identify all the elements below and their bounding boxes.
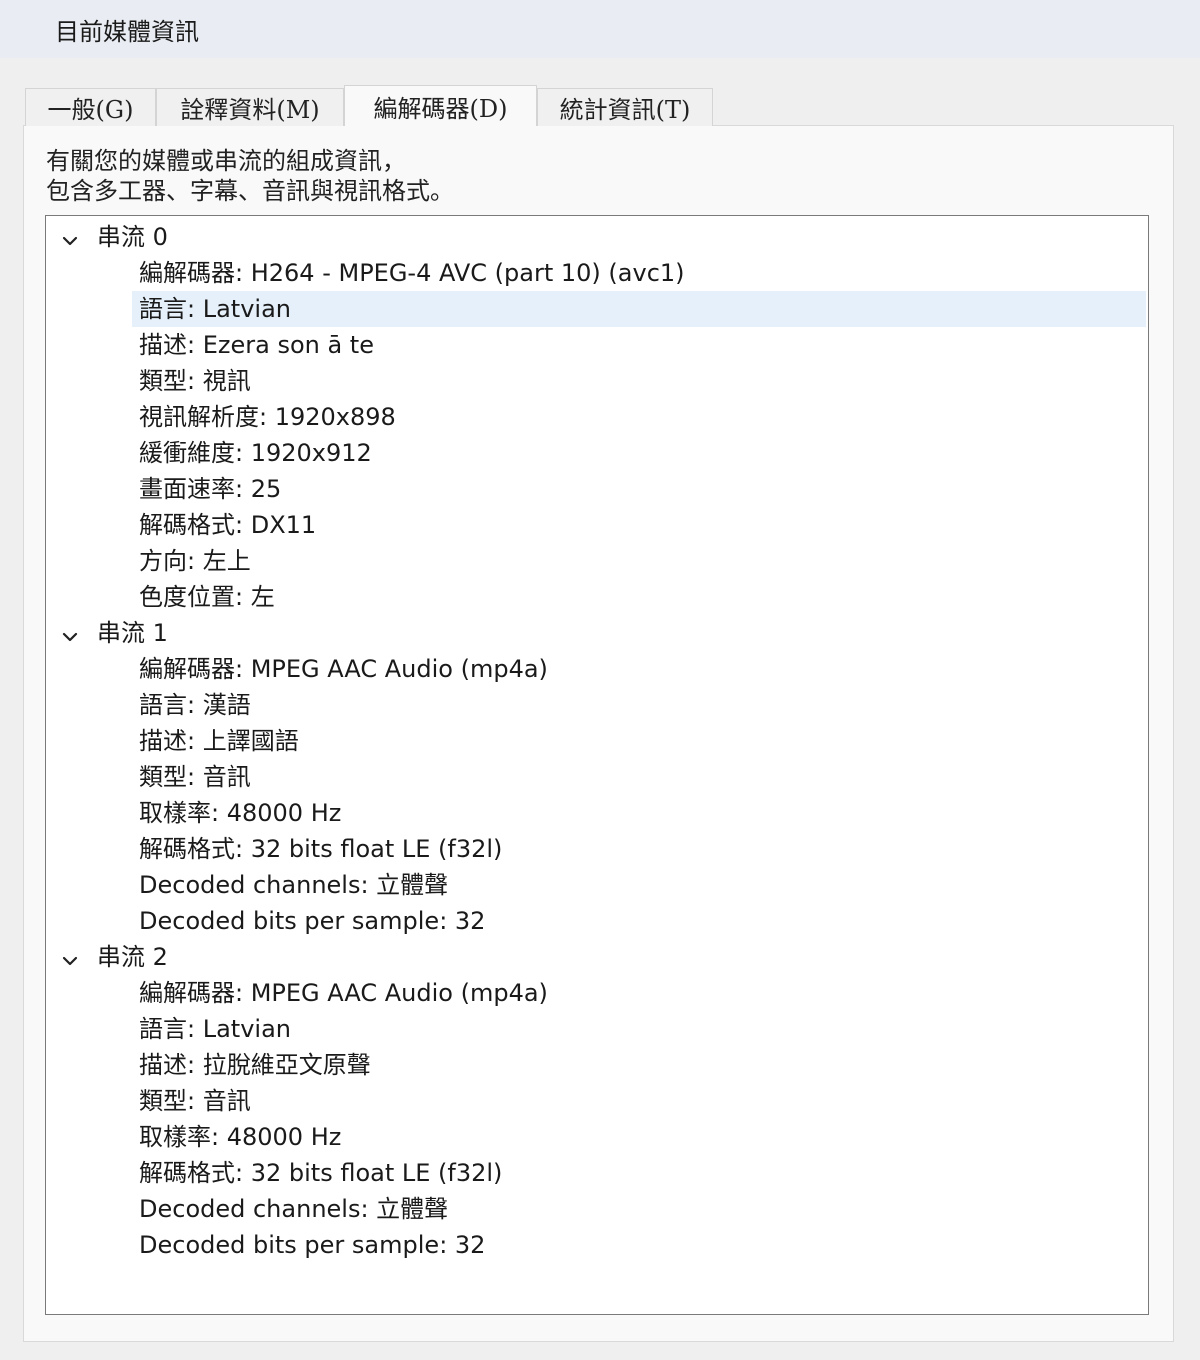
tab-strip: 一般(G) 詮釋資料(M) 編解碼器(D) 統計資訊(T) [25,85,713,126]
stream-property-text: 畫面速率: 25 [139,475,282,503]
chevron-down-icon[interactable] [60,621,80,642]
stream-property-text: 方向: 左上 [139,547,251,575]
stream-property-text: Decoded channels: 立體聲 [139,871,449,899]
stream-property-text: 描述: Ezera son ā te [139,331,374,359]
stream-group[interactable]: 串流 0 [46,219,1146,255]
stream-property[interactable]: 方向: 左上 [46,543,1146,579]
stream-property[interactable]: 描述: 拉脫維亞文原聲 [46,1047,1146,1083]
stream-property[interactable]: Decoded channels: 立體聲 [46,1191,1146,1227]
tab-metadata[interactable]: 詮釋資料(M) [156,88,344,126]
stream-property[interactable]: 取樣率: 48000 Hz [46,1119,1146,1155]
stream-property[interactable]: 類型: 音訊 [46,1083,1146,1119]
stream-property[interactable]: 視訊解析度: 1920x898 [46,399,1146,435]
stream-property[interactable]: 描述: Ezera son ā te [46,327,1146,363]
stream-property-text: 取樣率: 48000 Hz [139,1123,342,1151]
stream-property[interactable]: 取樣率: 48000 Hz [46,795,1146,831]
stream-property-text: 取樣率: 48000 Hz [139,799,342,827]
description-line-2: 包含多工器、字幕、音訊與視訊格式。 [46,177,454,205]
stream-property-text: Decoded channels: 立體聲 [139,1195,449,1223]
stream-property-text: 解碼格式: 32 bits float LE (f32l) [139,1159,503,1187]
stream-property[interactable]: 語言: Latvian [46,291,1146,327]
stream-property[interactable]: 畫面速率: 25 [46,471,1146,507]
stream-property-text: 編解碼器: H264 - MPEG-4 AVC (part 10) (avc1) [139,259,685,287]
stream-property-text: 類型: 音訊 [139,763,251,791]
stream-property-text: 編解碼器: MPEG AAC Audio (mp4a) [139,979,548,1007]
stream-property-text: 色度位置: 左 [139,583,275,611]
stream-property-text: 編解碼器: MPEG AAC Audio (mp4a) [139,655,548,683]
stream-property[interactable]: 解碼格式: 32 bits float LE (f32l) [46,1155,1146,1191]
stream-property[interactable]: 解碼格式: 32 bits float LE (f32l) [46,831,1146,867]
stream-property[interactable]: 描述: 上譯國語 [46,723,1146,759]
stream-property-text: 語言: 漢語 [139,691,251,719]
stream-label: 串流 1 [97,619,168,647]
title-bar: 目前媒體資訊 [0,0,1200,58]
stream-property-text: 解碼格式: 32 bits float LE (f32l) [139,835,503,863]
stream-property-text: 語言: Latvian [139,295,291,323]
codec-description: 有關您的媒體或串流的組成資訊， 包含多工器、字幕、音訊與視訊格式。 [46,146,454,206]
stream-label: 串流 2 [97,943,168,971]
tab-general[interactable]: 一般(G) [25,88,156,126]
tab-codec[interactable]: 編解碼器(D) [344,85,537,126]
chevron-down-icon[interactable] [60,945,80,966]
stream-property[interactable]: Decoded bits per sample: 32 [46,903,1146,939]
window-title: 目前媒體資訊 [55,18,199,46]
stream-label: 串流 0 [97,223,168,251]
stream-property[interactable]: 語言: 漢語 [46,687,1146,723]
stream-group[interactable]: 串流 2 [46,939,1146,975]
stream-property[interactable]: 緩衝維度: 1920x912 [46,435,1146,471]
stream-property[interactable]: 語言: Latvian [46,1011,1146,1047]
stream-property[interactable]: Decoded bits per sample: 32 [46,1227,1146,1263]
stream-property-text: 緩衝維度: 1920x912 [139,439,372,467]
stream-property[interactable]: 編解碼器: MPEG AAC Audio (mp4a) [46,651,1146,687]
stream-property[interactable]: 解碼格式: DX11 [46,507,1146,543]
description-line-1: 有關您的媒體或串流的組成資訊， [46,147,406,175]
tab-statistics[interactable]: 統計資訊(T) [537,88,713,126]
stream-property[interactable]: 色度位置: 左 [46,579,1146,615]
stream-property-text: 語言: Latvian [139,1015,291,1043]
stream-property[interactable]: 編解碼器: H264 - MPEG-4 AVC (part 10) (avc1) [46,255,1146,291]
stream-property[interactable]: 編解碼器: MPEG AAC Audio (mp4a) [46,975,1146,1011]
stream-property[interactable]: 類型: 視訊 [46,363,1146,399]
stream-property-text: Decoded bits per sample: 32 [139,1231,486,1259]
chevron-down-icon[interactable] [60,225,80,246]
codec-tree-view[interactable]: 串流 0 編解碼器: H264 - MPEG-4 AVC (part 10) (a… [45,215,1149,1315]
stream-property-text: 類型: 視訊 [139,367,251,395]
stream-property-text: 類型: 音訊 [139,1087,251,1115]
stream-property-text: Decoded bits per sample: 32 [139,907,486,935]
stream-property[interactable]: 類型: 音訊 [46,759,1146,795]
stream-property[interactable]: Decoded channels: 立體聲 [46,867,1146,903]
stream-property-text: 視訊解析度: 1920x898 [139,403,396,431]
stream-property-text: 描述: 上譯國語 [139,727,299,755]
stream-group[interactable]: 串流 1 [46,615,1146,651]
stream-property-text: 描述: 拉脫維亞文原聲 [139,1051,371,1079]
stream-property-text: 解碼格式: DX11 [139,511,317,539]
